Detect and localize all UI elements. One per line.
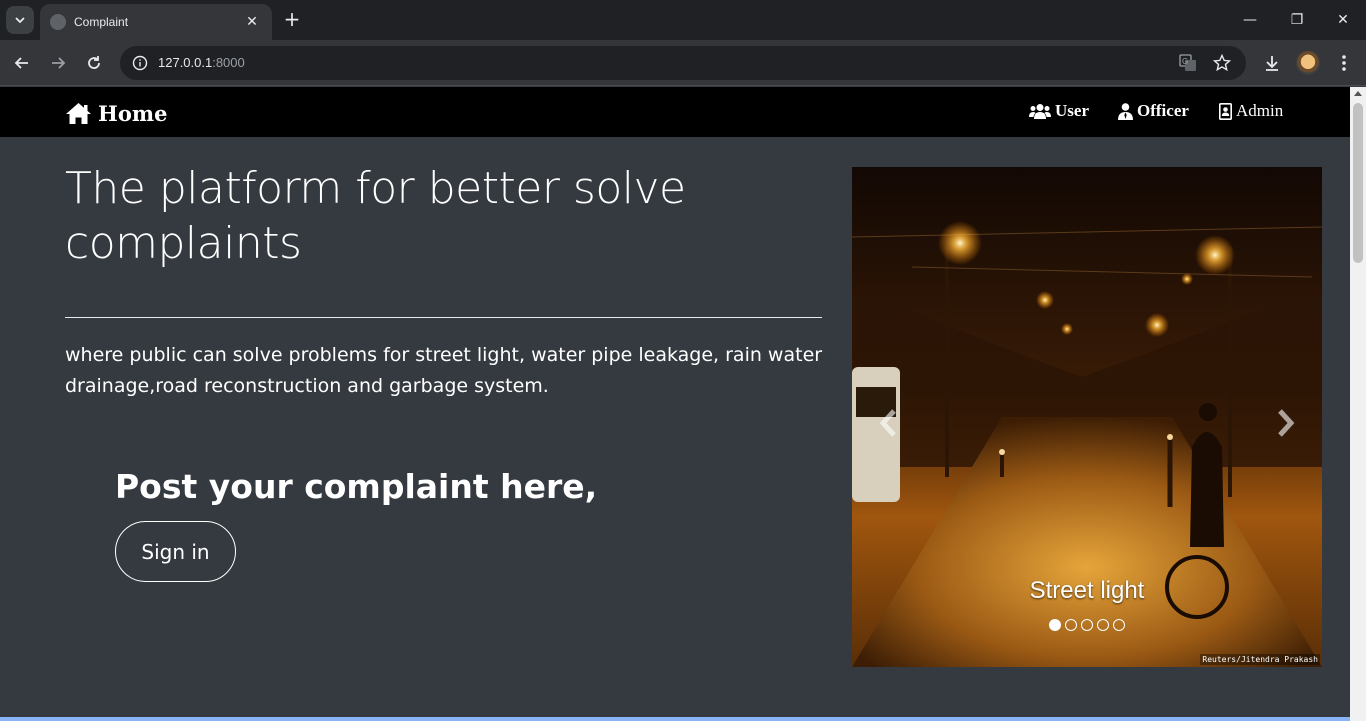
close-window-button[interactable]: ✕ (1323, 8, 1363, 32)
site-info-icon[interactable] (130, 53, 150, 73)
chevron-down-icon (15, 17, 25, 24)
bookmark-star-icon[interactable] (1212, 53, 1232, 73)
url-text: 127.0.0.1:8000 (158, 46, 245, 80)
carousel-indicator[interactable] (1049, 619, 1061, 631)
nav-link-officer-label: Officer (1137, 101, 1189, 120)
hero-headline: The platform for better solve complaints (65, 163, 686, 269)
arrow-left-icon (14, 57, 28, 69)
carousel-indicator[interactable] (1081, 619, 1093, 631)
url-host: 127.0.0.1 (158, 55, 213, 70)
kebab-menu-icon[interactable] (1332, 51, 1356, 75)
hero-divider (65, 317, 822, 318)
download-icon[interactable] (1260, 51, 1284, 75)
reload-button[interactable] (80, 49, 108, 77)
carousel-indicators (852, 619, 1322, 631)
user-tie-icon (1118, 102, 1133, 120)
address-bar[interactable]: 127.0.0.1:8000 G (120, 46, 1246, 80)
browser-toolbar: 127.0.0.1:8000 G (0, 40, 1366, 86)
chevron-left-icon (879, 409, 896, 437)
nav-link-officer[interactable]: Officer (1118, 101, 1189, 121)
id-badge-icon (1219, 102, 1232, 120)
nav-link-admin-label: Admin (1236, 101, 1284, 120)
tab-title: Complaint (74, 15, 129, 29)
page-viewport: Home User Officer Admin The platform for… (0, 87, 1350, 721)
carousel-indicator[interactable] (1113, 619, 1125, 631)
tab-search-button[interactable] (6, 6, 34, 34)
minimize-button[interactable]: — (1230, 8, 1270, 32)
profile-avatar[interactable] (1296, 51, 1320, 75)
carousel-indicator[interactable] (1065, 619, 1077, 631)
sign-in-button[interactable]: Sign in (115, 521, 236, 582)
reload-icon (88, 56, 100, 69)
close-tab-icon[interactable]: ✕ (242, 14, 262, 30)
nav-link-user[interactable]: User (1029, 101, 1089, 121)
carousel-prev-button[interactable] (874, 403, 904, 443)
post-complaint-heading: Post your complaint here, (115, 467, 598, 506)
url-port: :8000 (212, 55, 245, 70)
home-link[interactable]: Home (65, 101, 167, 126)
restore-button[interactable]: ❐ (1277, 8, 1317, 32)
scroll-up-arrow-icon[interactable] (1354, 91, 1362, 96)
footer-edge (0, 717, 1350, 721)
scrollbar-thumb[interactable] (1353, 103, 1363, 263)
hero-lead-text: where public can solve problems for stre… (65, 344, 823, 397)
nav-link-user-label: User (1055, 101, 1089, 120)
browser-tab-bar: Complaint ✕ + — ❐ ✕ (0, 0, 1366, 40)
top-navbar: Home User Officer Admin (0, 87, 1350, 137)
carousel-next-button[interactable] (1270, 403, 1300, 443)
carousel-indicator[interactable] (1097, 619, 1109, 631)
home-icon (66, 103, 91, 124)
globe-icon (50, 14, 66, 30)
users-icon (1029, 104, 1051, 119)
nav-link-admin[interactable]: Admin (1219, 101, 1283, 121)
vertical-scrollbar[interactable] (1350, 87, 1366, 721)
carousel-caption: Street light (1029, 577, 1145, 604)
photo-credit: Reuters/Jitendra Prakash (1200, 654, 1320, 665)
arrow-right-icon (52, 57, 66, 69)
svg-text:G: G (1182, 57, 1188, 66)
forward-button[interactable] (44, 49, 72, 77)
browser-tab[interactable]: Complaint ✕ (40, 4, 272, 40)
chevron-right-icon (1278, 409, 1295, 437)
brand-label: Home (98, 101, 168, 126)
image-carousel: Street light Reuters/Jitendra Prakash (852, 167, 1322, 667)
new-tab-button[interactable]: + (280, 8, 304, 32)
translate-icon[interactable]: G (1178, 53, 1198, 73)
back-button[interactable] (8, 49, 36, 77)
